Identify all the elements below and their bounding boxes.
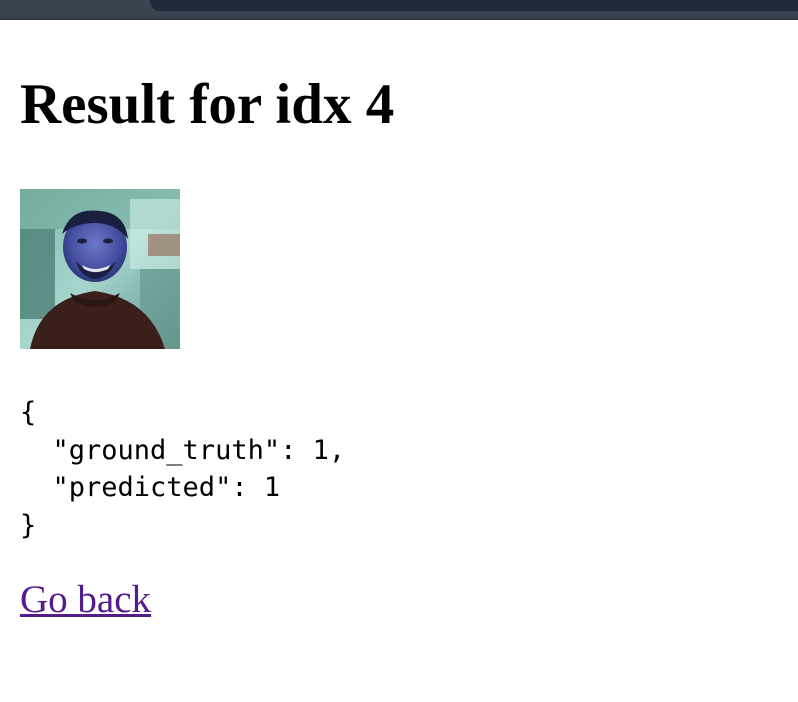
address-bar-fragment	[150, 0, 798, 11]
result-image	[20, 189, 180, 349]
go-back-link[interactable]: Go back	[20, 577, 151, 623]
result-json: { "ground_truth": 1, "predicted": 1 }	[20, 397, 346, 541]
toolbar-divider	[0, 18, 798, 20]
page-title: Result for idx 4	[20, 73, 395, 136]
browser-toolbar-fragment	[0, 0, 798, 20]
